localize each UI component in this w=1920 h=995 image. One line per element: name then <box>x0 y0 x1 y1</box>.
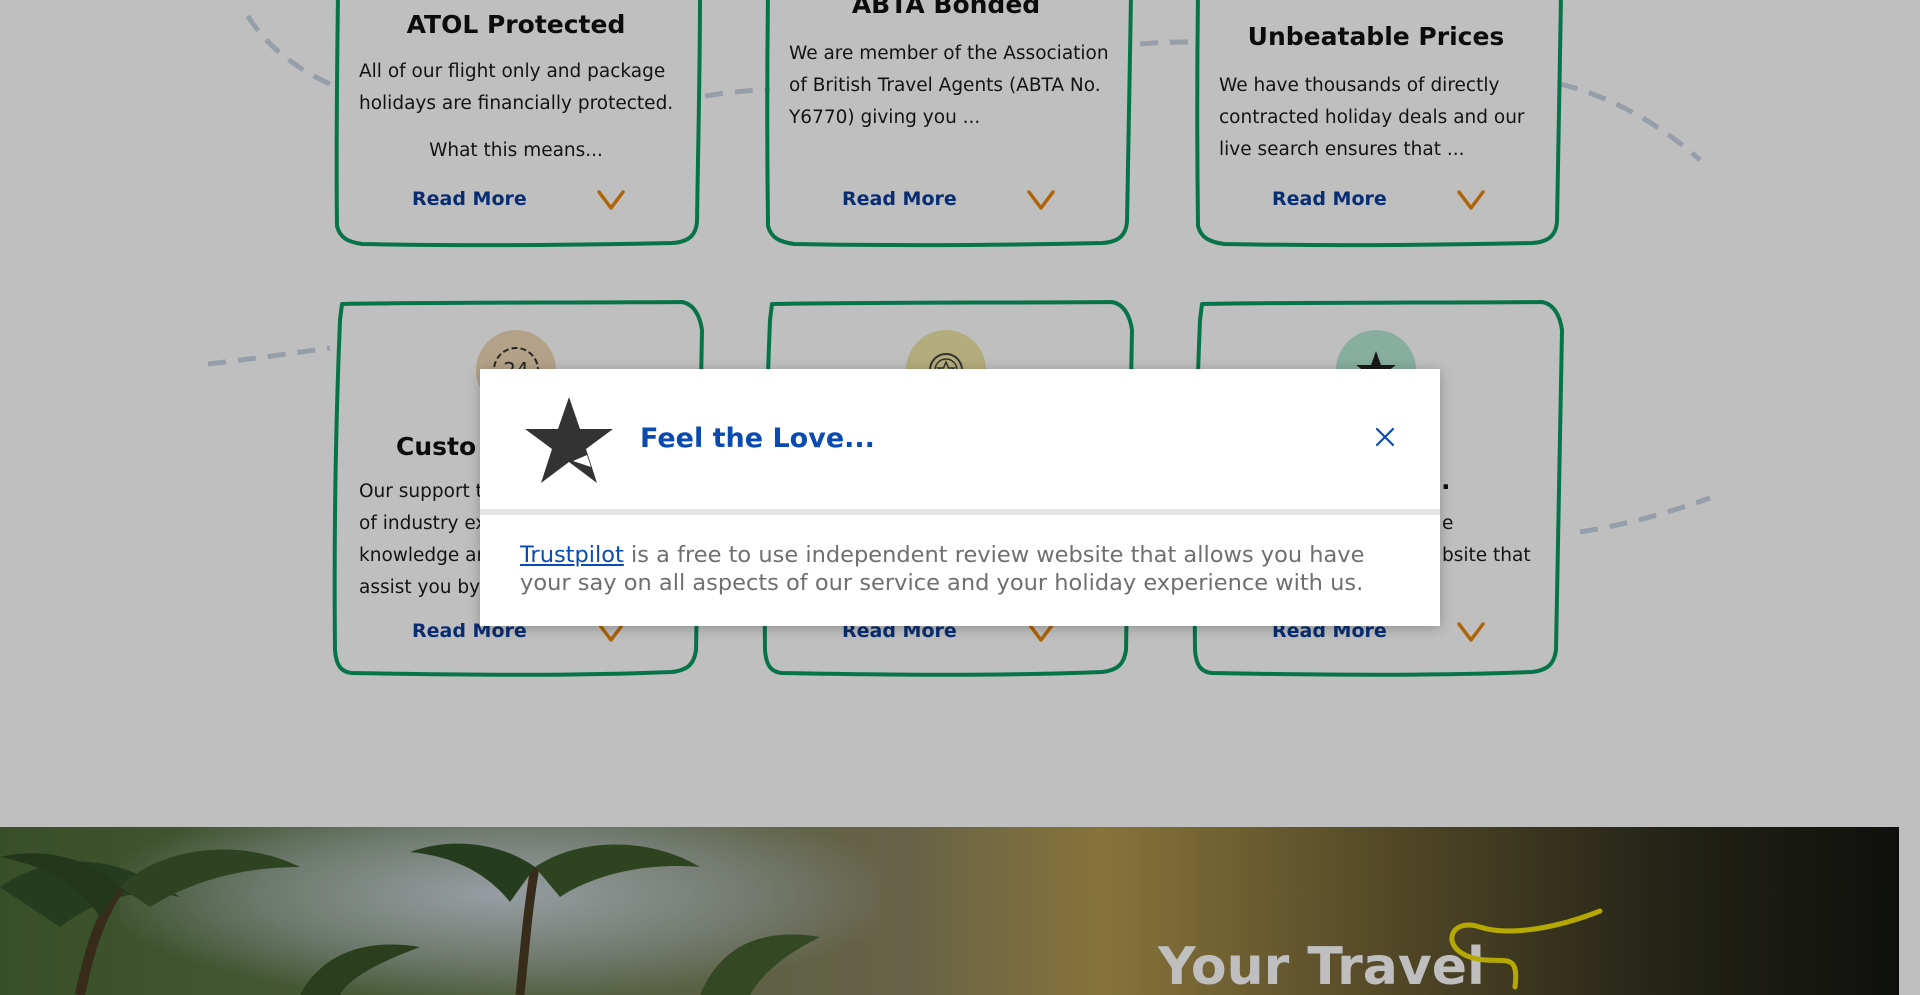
trustpilot-star-icon <box>525 397 613 483</box>
modal-title: Feel the Love... <box>640 423 875 454</box>
modal-body-text: Trustpilot is a free to use independent … <box>520 541 1400 597</box>
trustpilot-modal: Feel the Love... Trustpilot is a free to… <box>480 369 1440 626</box>
modal-header: Feel the Love... <box>480 369 1440 509</box>
close-icon[interactable] <box>1373 425 1397 449</box>
page: ATOL Protected All of our flight only an… <box>0 0 1920 995</box>
modal-divider <box>480 509 1440 515</box>
modal-description: is a free to use independent review webs… <box>520 542 1365 596</box>
trustpilot-link[interactable]: Trustpilot <box>520 542 624 568</box>
